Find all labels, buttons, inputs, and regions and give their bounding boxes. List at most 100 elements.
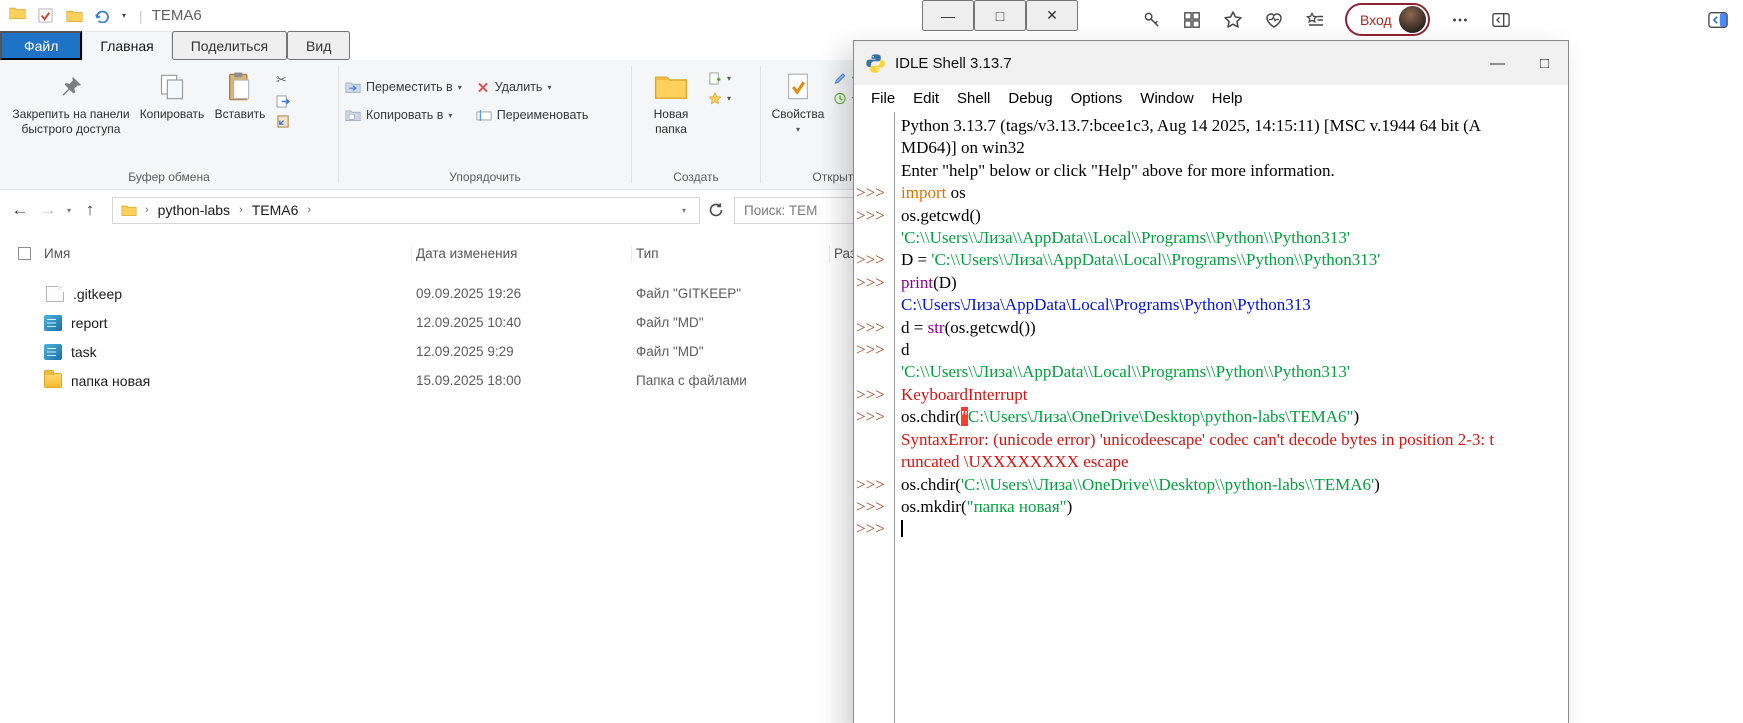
idle-minimize-button[interactable]: —: [1474, 41, 1521, 85]
edit-icon: [833, 72, 847, 85]
quick-access-toolbar: ▾ |: [0, 6, 143, 26]
copy-to-icon: [345, 109, 361, 122]
pin-to-quick-access-button[interactable]: Закрепить на панели быстрого доступа: [6, 66, 136, 141]
favorites-star-icon[interactable]: [1216, 5, 1250, 35]
properties-quick-icon[interactable]: [35, 6, 55, 26]
paste-shortcut-button[interactable]: [276, 115, 291, 128]
qat-customize-chevron-icon[interactable]: ▾: [122, 11, 126, 20]
explorer-maximize-button[interactable]: □: [974, 0, 1026, 31]
menu-help[interactable]: Help: [1203, 90, 1252, 107]
shell-line-text: KeyboardInterrupt: [895, 384, 1028, 406]
rename-button[interactable]: Переименовать: [476, 108, 589, 122]
edge-sidebar-panel-icon[interactable]: [1701, 5, 1735, 35]
move-to-button[interactable]: Переместить в ▾: [345, 80, 462, 94]
sidebar-toggle-icon[interactable]: [1484, 5, 1518, 35]
menu-debug[interactable]: Debug: [999, 90, 1061, 107]
copy-path-button[interactable]: [276, 95, 291, 108]
tab-share[interactable]: Поделиться: [172, 31, 287, 60]
tab-view[interactable]: Вид: [287, 31, 350, 60]
shell-line-text: [895, 518, 903, 540]
shell-prompt: >>>: [854, 339, 895, 361]
file-type: Файл "MD": [632, 315, 830, 330]
new-folder-quick-icon[interactable]: [64, 6, 84, 26]
python-logo-icon: [865, 53, 886, 74]
address-history-chevron-icon[interactable]: ▾: [677, 206, 691, 215]
menu-file[interactable]: File: [862, 90, 904, 107]
idle-window-controls: — □: [1474, 41, 1568, 85]
explorer-minimize-button[interactable]: —: [922, 0, 974, 31]
apps-grid-icon[interactable]: [1175, 5, 1209, 35]
delete-label: Удалить: [495, 80, 543, 94]
properties-chevron-icon: ▾: [796, 125, 800, 135]
shell-line-text: d: [895, 339, 910, 361]
explorer-titlebar: ▾ | ТЕМА6 — □ ✕: [0, 0, 1092, 31]
cut-button[interactable]: ✂: [276, 72, 291, 88]
idle-titlebar[interactable]: IDLE Shell 3.13.7 — □: [854, 41, 1568, 85]
menu-shell[interactable]: Shell: [948, 90, 999, 107]
copy-button[interactable]: Копировать: [136, 66, 208, 126]
shell-prompt: [854, 294, 895, 316]
address-folder-icon: [121, 204, 137, 217]
file-date: 09.09.2025 19:26: [412, 286, 632, 301]
menu-options[interactable]: Options: [1062, 90, 1132, 107]
signin-button[interactable]: Вход: [1345, 3, 1430, 36]
redo-quick-icon[interactable]: [93, 6, 113, 26]
shell-prompt: >>>: [854, 205, 895, 227]
scissors-icon: ✂: [276, 72, 287, 88]
ribbon-group-clipboard: Закрепить на панели быстрого доступа Коп…: [0, 60, 338, 189]
menu-window[interactable]: Window: [1131, 90, 1202, 107]
shell-prompt: [854, 429, 895, 451]
idle-menubar: FileEditShellDebugOptionsWindowHelp: [854, 85, 1568, 112]
menu-edit[interactable]: Edit: [904, 90, 948, 107]
shell-line-text: Python 3.13.7 (tags/v3.13.7:bcee1c3, Aug…: [895, 115, 1481, 137]
idle-maximize-button[interactable]: □: [1521, 41, 1568, 85]
file-date: 12.09.2025 9:29: [412, 344, 632, 359]
copy-to-button[interactable]: Копировать в ▾: [345, 108, 462, 122]
explorer-app-icon: [9, 6, 26, 25]
column-header-date[interactable]: Дата изменения: [412, 245, 632, 263]
more-options-icon[interactable]: [1443, 5, 1477, 35]
column-header-type[interactable]: Тип: [632, 245, 830, 263]
new-folder-icon: [654, 70, 688, 104]
organize-left-column: Переместить в ▾ Копировать в ▾: [345, 66, 462, 122]
properties-button[interactable]: Свойства ▾: [767, 66, 829, 139]
copy-icon: [158, 70, 186, 104]
shell-line-text: D = 'C:\\Users\\Лиза\\AppData\\Local\\Pr…: [895, 249, 1380, 271]
tab-home[interactable]: Главная: [82, 31, 171, 60]
paste-button[interactable]: Вставить: [208, 66, 272, 126]
select-all-checkbox[interactable]: [18, 247, 31, 260]
breadcrumb-python-labs[interactable]: python-labs: [153, 202, 235, 218]
shell-prompt: >>>: [854, 317, 895, 339]
password-key-icon[interactable]: [1134, 5, 1168, 35]
up-button[interactable]: ↑: [76, 200, 104, 220]
new-item-button[interactable]: ▾: [708, 72, 731, 85]
file-icon: [46, 286, 64, 302]
shell-line-text: os.mkdir("папка новая"): [895, 496, 1072, 518]
shell-line-text: import os: [895, 182, 966, 204]
gutter-separator: [894, 112, 895, 723]
delete-icon: [476, 81, 490, 94]
organize-right-column: Удалить ▾ Переименовать: [476, 66, 589, 122]
explorer-window-title: ТЕМА6: [152, 7, 202, 24]
breadcrumb-tema6[interactable]: ТЕМА6: [247, 202, 304, 218]
recent-locations-chevron-icon[interactable]: ▾: [62, 206, 76, 215]
shell-line-text: runcated \UXXXXXXXX escape: [895, 451, 1129, 473]
tab-file[interactable]: Файл: [0, 31, 82, 60]
column-header-name[interactable]: Имя: [40, 245, 412, 263]
new-item-icon: [708, 72, 722, 85]
new-folder-button[interactable]: Новая папка: [638, 66, 704, 141]
shell-textarea[interactable]: Python 3.13.7 (tags/v3.13.7:bcee1c3, Aug…: [854, 112, 1568, 723]
easy-access-button[interactable]: ▾: [708, 92, 731, 105]
file-date: 12.09.2025 10:40: [412, 315, 632, 330]
rename-icon: [476, 109, 492, 122]
refresh-button[interactable]: [708, 202, 724, 218]
rename-label: Переименовать: [497, 108, 589, 122]
back-button[interactable]: ←: [6, 200, 34, 220]
delete-button[interactable]: Удалить ▾: [476, 80, 589, 94]
move-to-label: Переместить в: [366, 80, 453, 94]
address-bar[interactable]: › python-labs › ТЕМА6 › ▾: [112, 197, 700, 224]
explorer-close-button[interactable]: ✕: [1026, 0, 1078, 31]
browser-essentials-icon[interactable]: [1257, 5, 1291, 35]
favorites-hub-icon[interactable]: [1298, 5, 1332, 35]
forward-button[interactable]: →: [34, 200, 62, 220]
